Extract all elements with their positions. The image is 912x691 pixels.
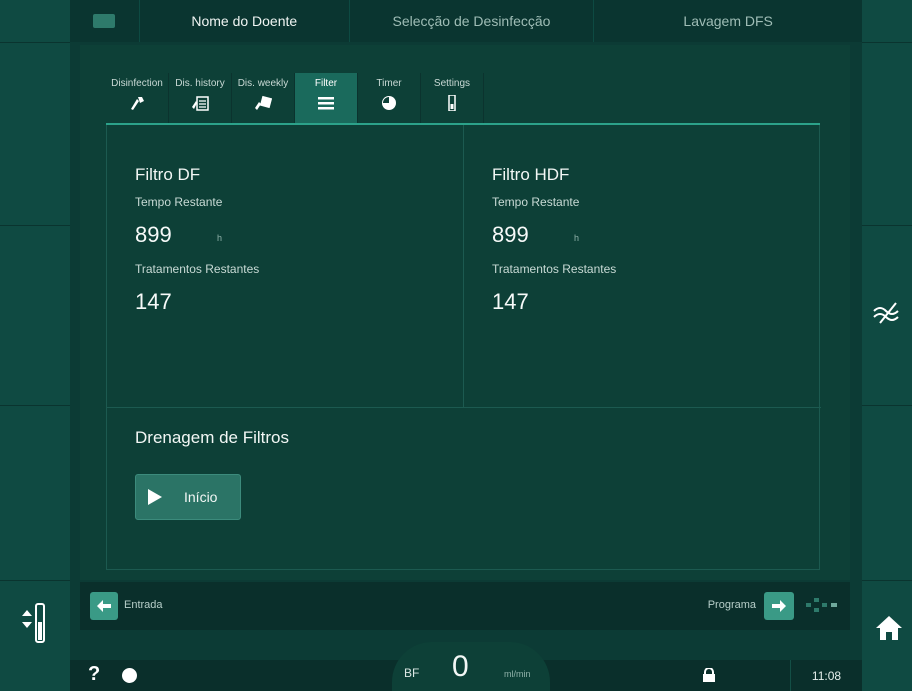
start-drain-button[interactable]: Início	[135, 474, 241, 520]
bf-label: BF	[404, 666, 420, 680]
drain-title: Drenagem de Filtros	[135, 428, 290, 447]
tab-label: Disinfection	[111, 78, 163, 89]
hdf-treatments-label: Tratamentos Restantes	[492, 262, 617, 276]
patient-card-icon	[93, 14, 116, 28]
play-icon	[148, 489, 162, 505]
arrow-left-icon	[97, 600, 111, 612]
hdf-treatments-value: 147	[492, 289, 529, 314]
df-time-label: Tempo Restante	[135, 195, 223, 209]
main-panel: Disinfection Dis. history Dis. weekly Fi…	[80, 45, 850, 580]
header-dfs-rinse[interactable]: Lavagem DFS	[594, 0, 862, 42]
tab-dis-weekly[interactable]: Dis. weekly	[232, 73, 295, 123]
status-timer-icon[interactable]	[122, 668, 137, 683]
header-patient-name[interactable]: Nome do Doente	[140, 0, 350, 42]
tab-disinfection[interactable]: Disinfection	[106, 73, 169, 123]
bf-value: 0	[452, 650, 469, 683]
tab-label: Timer	[376, 78, 402, 89]
tab-label: Filter	[314, 78, 338, 89]
df-time-unit: h	[217, 233, 223, 243]
hdf-time-label: Tempo Restante	[492, 195, 580, 209]
hdf-time-value: 899	[492, 222, 529, 247]
help-icon[interactable]: ?	[88, 663, 100, 686]
program-flow-icon	[806, 598, 837, 612]
history-icon	[192, 96, 209, 111]
tab-label: Dis. weekly	[237, 78, 289, 89]
home-icon[interactable]	[874, 613, 904, 643]
tab-dis-history[interactable]: Dis. history	[169, 73, 232, 123]
df-filter-panel: Filtro DF Tempo Restante 899 h Tratament…	[107, 125, 464, 407]
level-adjust-icon[interactable]	[18, 600, 48, 646]
right-rail	[862, 0, 912, 691]
navigation-bar: Entrada Programa	[80, 582, 850, 630]
back-label: Entrada	[124, 599, 163, 611]
subtab-bar: Disinfection Dis. history Dis. weekly Fi…	[106, 73, 484, 125]
blood-flow-panel[interactable]: BF 0 ml/min	[392, 642, 550, 691]
df-treatments-label: Tratamentos Restantes	[135, 262, 260, 276]
df-time-value: 899	[135, 222, 172, 247]
hdf-time-unit: h	[574, 233, 580, 243]
tab-settings[interactable]: Settings	[421, 73, 484, 123]
bf-unit: ml/min	[504, 669, 531, 679]
tab-label: Settings	[433, 78, 471, 89]
bypass-icon[interactable]	[870, 299, 910, 327]
timer-icon	[382, 96, 396, 110]
header-disinfection-selection[interactable]: Selecção de Desinfecção	[350, 0, 595, 42]
hdf-filter-title: Filtro HDF	[492, 165, 570, 184]
df-filter-title: Filtro DF	[135, 165, 201, 184]
status-bar: ? BF 0 ml/min 11:08	[70, 642, 862, 691]
lock-icon[interactable]	[702, 668, 716, 682]
weekly-icon	[255, 95, 272, 110]
filter-list-icon	[318, 97, 334, 110]
tab-filter[interactable]: Filter	[295, 73, 358, 123]
tab-label: Dis. history	[175, 78, 225, 89]
next-button[interactable]	[764, 592, 794, 620]
filter-content: Filtro DF Tempo Restante 899 h Tratament…	[106, 125, 821, 570]
top-bar: Nome do Doente Selecção de Desinfecção L…	[70, 0, 862, 42]
filter-drain-panel: Drenagem de Filtros Início	[107, 407, 821, 570]
patient-card-cell[interactable]	[70, 0, 140, 42]
clock: 11:08	[790, 660, 862, 691]
hdf-filter-panel: Filtro HDF Tempo Restante 899 h Tratamen…	[464, 125, 821, 407]
arrow-right-icon	[772, 600, 786, 612]
df-treatments-value: 147	[135, 289, 172, 314]
start-label: Início	[184, 489, 218, 505]
next-label: Programa	[707, 599, 756, 611]
left-rail	[0, 0, 70, 691]
disinfection-icon	[131, 97, 144, 110]
tab-timer[interactable]: Timer	[358, 73, 421, 123]
settings-icon	[448, 95, 456, 111]
screen: Nome do Doente Selecção de Desinfecção L…	[0, 0, 912, 691]
back-button[interactable]	[90, 592, 118, 620]
